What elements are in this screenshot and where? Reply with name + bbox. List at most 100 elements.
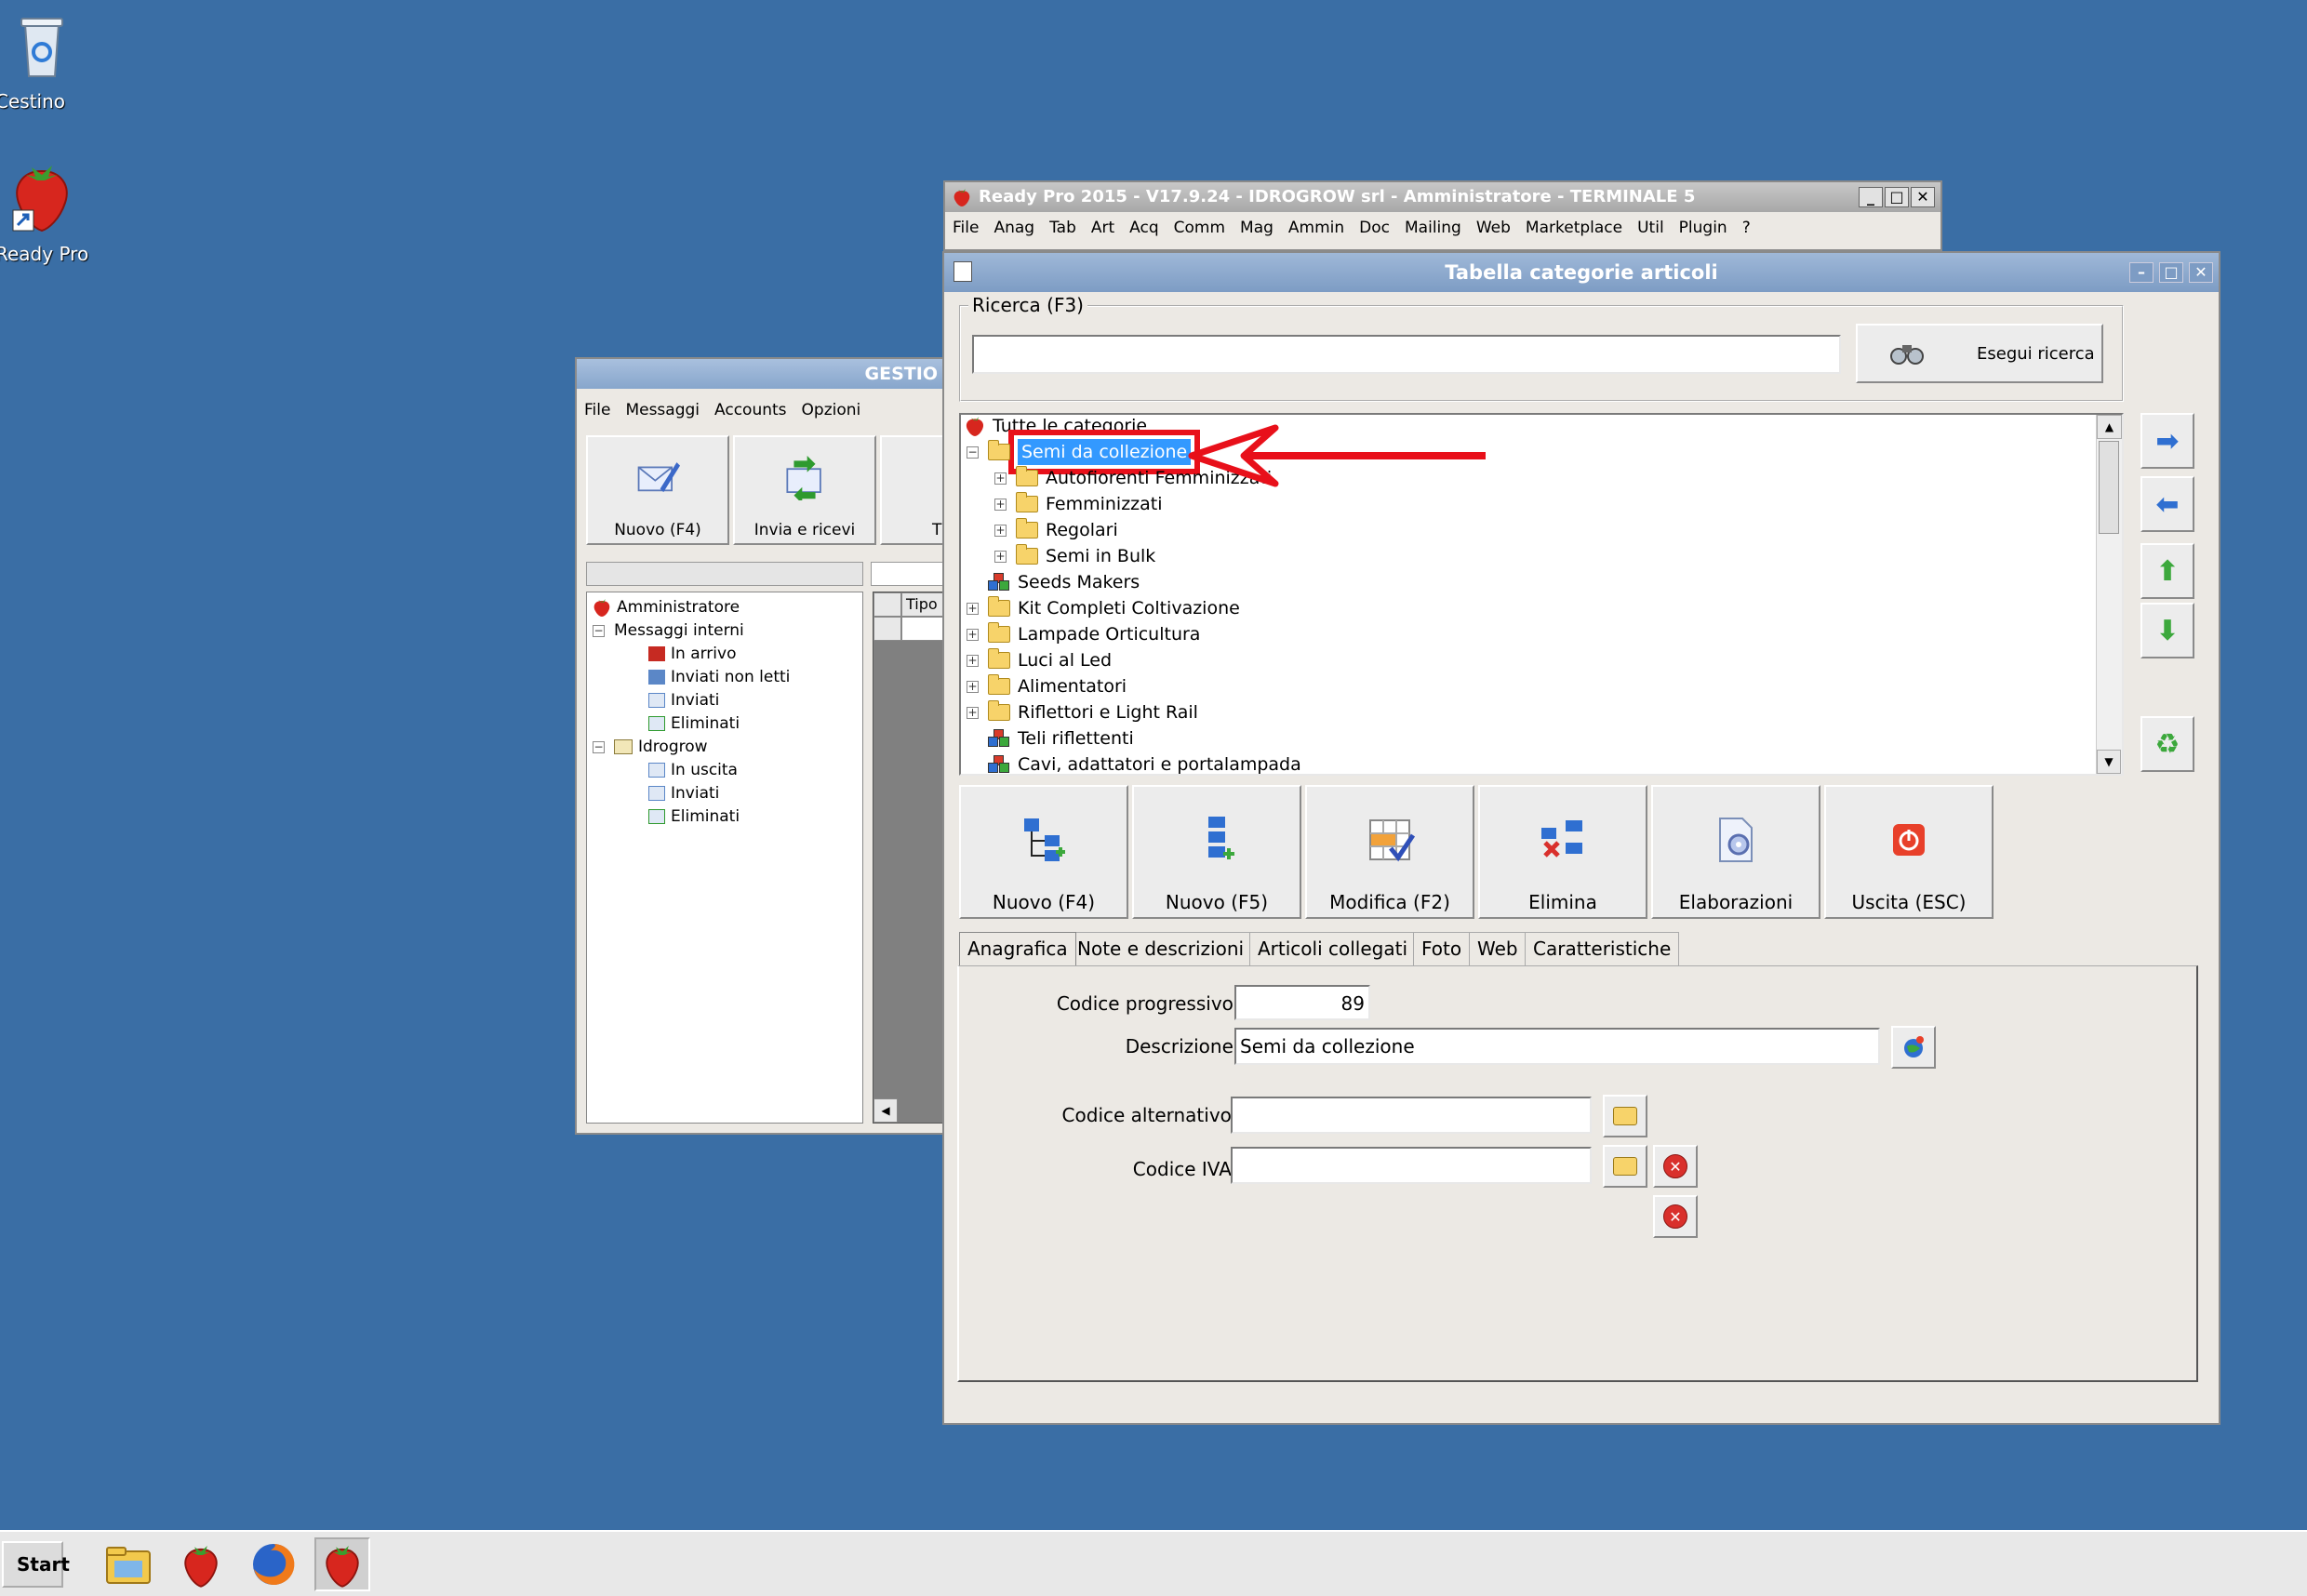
main-menu-doc[interactable]: Doc <box>1352 214 1397 242</box>
collapse-icon[interactable]: − <box>967 446 979 459</box>
tree-item-cavi[interactable]: Cavi, adattatori e portalampada <box>988 751 1301 774</box>
desktop-icon-recycle-bin[interactable]: Cestino <box>0 11 88 113</box>
category-window-titlebar[interactable]: Tabella categorie articoli <box>944 253 2219 292</box>
mail-window-titlebar[interactable]: GESTIO <box>577 359 945 389</box>
mail-menu-file[interactable]: File <box>577 396 618 424</box>
exit-button[interactable]: Uscita (ESC) <box>1824 785 1994 919</box>
mail-tree-eliminati-2[interactable]: Eliminati <box>648 804 740 830</box>
tree-item-teli[interactable]: Teli riflettenti <box>988 725 1134 751</box>
delete-button[interactable]: Elimina <box>1478 785 1647 919</box>
start-button[interactable]: Start <box>2 1541 70 1588</box>
taskbar-ready-pro-active[interactable] <box>314 1537 370 1591</box>
expand-icon[interactable]: + <box>967 654 979 667</box>
mail-tree-eliminati[interactable]: Eliminati <box>648 711 740 737</box>
mail-menu-opzioni[interactable]: Opzioni <box>794 396 869 424</box>
close-button[interactable]: ✕ <box>2189 262 2213 283</box>
main-menu-util[interactable]: Util <box>1630 214 1672 242</box>
mail-grid-hscroll-left[interactable]: ◀ <box>873 1098 898 1123</box>
main-menu-help[interactable]: ? <box>1735 214 1758 242</box>
tree-root[interactable]: Tutte le categorie <box>965 415 1147 439</box>
tree-item-regolari[interactable]: + Regolari <box>994 517 1118 543</box>
mail-tree-in-uscita[interactable]: In uscita <box>648 757 738 783</box>
mail-third-button[interactable]: T <box>880 435 945 545</box>
main-menu-tab[interactable]: Tab <box>1042 214 1084 242</box>
tree-item-luci-led[interactable]: + Luci al Led <box>967 647 1112 673</box>
expand-icon[interactable]: + <box>967 680 979 693</box>
desktop-icon-ready-pro[interactable]: Ready Pro <box>0 158 88 265</box>
main-menu-plugin[interactable]: Plugin <box>1672 214 1735 242</box>
main-menu-file[interactable]: File <box>945 214 986 242</box>
codice-iva-clear-button[interactable]: ✕ <box>1653 1145 1698 1188</box>
search-button[interactable]: Esegui ricerca <box>1856 324 2103 383</box>
tree-item-semi-in-bulk[interactable]: + Semi in Bulk <box>994 543 1155 569</box>
mail-send-receive-button[interactable]: Invia e ricevi <box>733 435 876 545</box>
move-right-button[interactable]: ➡ <box>2140 413 2194 469</box>
main-window-titlebar[interactable]: Ready Pro 2015 - V17.9.24 - IDROGROW srl… <box>945 182 1940 212</box>
mail-tree-inviati-2[interactable]: Inviati <box>648 780 719 806</box>
tree-item-kit-completi[interactable]: + Kit Completi Coltivazione <box>967 595 1240 621</box>
new-f5-button[interactable]: Nuovo (F5) <box>1132 785 1301 919</box>
mail-tree-root[interactable]: Amministratore <box>593 594 740 620</box>
descrizione-field[interactable]: Semi da collezione <box>1234 1028 1880 1065</box>
move-left-button[interactable]: ⬅ <box>2140 476 2194 532</box>
maximize-button[interactable]: □ <box>1885 187 1909 207</box>
move-down-button[interactable]: ⬇ <box>2140 603 2194 658</box>
codice-iva-field[interactable] <box>1231 1147 1592 1184</box>
tree-item-semi-da-collezione[interactable]: − Semi da collezione <box>967 430 1201 474</box>
collapse-icon[interactable]: − <box>593 624 605 637</box>
tree-item-alimentatori[interactable]: + Alimentatori <box>967 673 1127 699</box>
tab-foto[interactable]: Foto <box>1413 932 1471 965</box>
main-menu-marketplace[interactable]: Marketplace <box>1518 214 1630 242</box>
main-menu-anag[interactable]: Anag <box>986 214 1042 242</box>
maximize-button[interactable]: □ <box>2159 262 2183 283</box>
mail-menu-messaggi[interactable]: Messaggi <box>618 396 707 424</box>
taskbar-firefox[interactable] <box>246 1537 301 1591</box>
expand-icon[interactable]: + <box>967 602 979 615</box>
mail-tree-messaggi-interni[interactable]: − Messaggi interni <box>593 618 744 644</box>
taskbar-ready-pro[interactable] <box>173 1537 229 1591</box>
mail-tree-in-arrivo[interactable]: In arrivo <box>648 641 736 667</box>
codice-iva-browse-button[interactable] <box>1603 1145 1647 1188</box>
tree-item-femminizzati[interactable]: + Femminizzati <box>994 491 1163 517</box>
main-menu-ammin[interactable]: Ammin <box>1281 214 1352 242</box>
move-up-button[interactable]: ⬆ <box>2140 543 2194 599</box>
mail-menu-accounts[interactable]: Accounts <box>707 396 794 424</box>
tab-articoli-collegati[interactable]: Articoli collegati <box>1249 932 1417 965</box>
expand-icon[interactable]: + <box>994 524 1007 537</box>
minimize-button[interactable]: – <box>2129 262 2154 283</box>
codice-alternativo-field[interactable] <box>1231 1097 1592 1134</box>
expand-icon[interactable]: + <box>994 472 1007 485</box>
new-f4-button[interactable]: Nuovo (F4) <box>959 785 1128 919</box>
minimize-button[interactable]: _ <box>1859 187 1883 207</box>
edit-button[interactable]: Modifica (F2) <box>1305 785 1474 919</box>
codice-alternativo-browse-button[interactable] <box>1603 1095 1647 1137</box>
collapse-icon[interactable]: − <box>593 740 605 753</box>
mail-new-button[interactable]: Nuovo (F4) <box>586 435 729 545</box>
expand-icon[interactable]: + <box>967 628 979 641</box>
main-menu-web[interactable]: Web <box>1469 214 1518 242</box>
mail-grid-input[interactable] <box>871 562 947 586</box>
codice-progressivo-field[interactable]: 89 <box>1234 985 1370 1020</box>
tree-item-riflettori[interactable]: + Riflettori e Light Rail <box>967 699 1198 725</box>
scroll-up-icon[interactable]: ▲ <box>2097 415 2122 439</box>
scroll-thumb[interactable] <box>2099 441 2119 534</box>
close-button[interactable]: ✕ <box>1911 187 1935 207</box>
expand-icon[interactable]: + <box>994 498 1007 511</box>
mail-search-strip[interactable] <box>586 562 863 586</box>
mail-tree-inviati-non-letti[interactable]: Inviati non letti <box>648 664 790 690</box>
scroll-down-icon[interactable]: ▼ <box>2097 750 2121 774</box>
tab-web[interactable]: Web <box>1469 932 1527 965</box>
expand-icon[interactable]: + <box>967 706 979 719</box>
mail-tree-inviati[interactable]: Inviati <box>648 687 719 713</box>
tab-note-descrizioni[interactable]: Note e descrizioni <box>1069 932 1253 965</box>
mail-tree-idrogrow[interactable]: − Idrogrow <box>593 734 708 760</box>
refresh-button[interactable]: ♻ <box>2140 716 2194 772</box>
tab-caratteristiche[interactable]: Caratteristiche <box>1525 932 1680 965</box>
search-input[interactable] <box>972 335 1841 374</box>
translate-button[interactable] <box>1891 1026 1936 1069</box>
processing-button[interactable]: Elaborazioni <box>1651 785 1820 919</box>
tree-item-lampade[interactable]: + Lampade Orticultura <box>967 621 1200 647</box>
expand-icon[interactable]: + <box>994 550 1007 563</box>
main-menu-comm[interactable]: Comm <box>1167 214 1233 242</box>
tree-item-seeds-makers[interactable]: Seeds Makers <box>988 569 1140 595</box>
